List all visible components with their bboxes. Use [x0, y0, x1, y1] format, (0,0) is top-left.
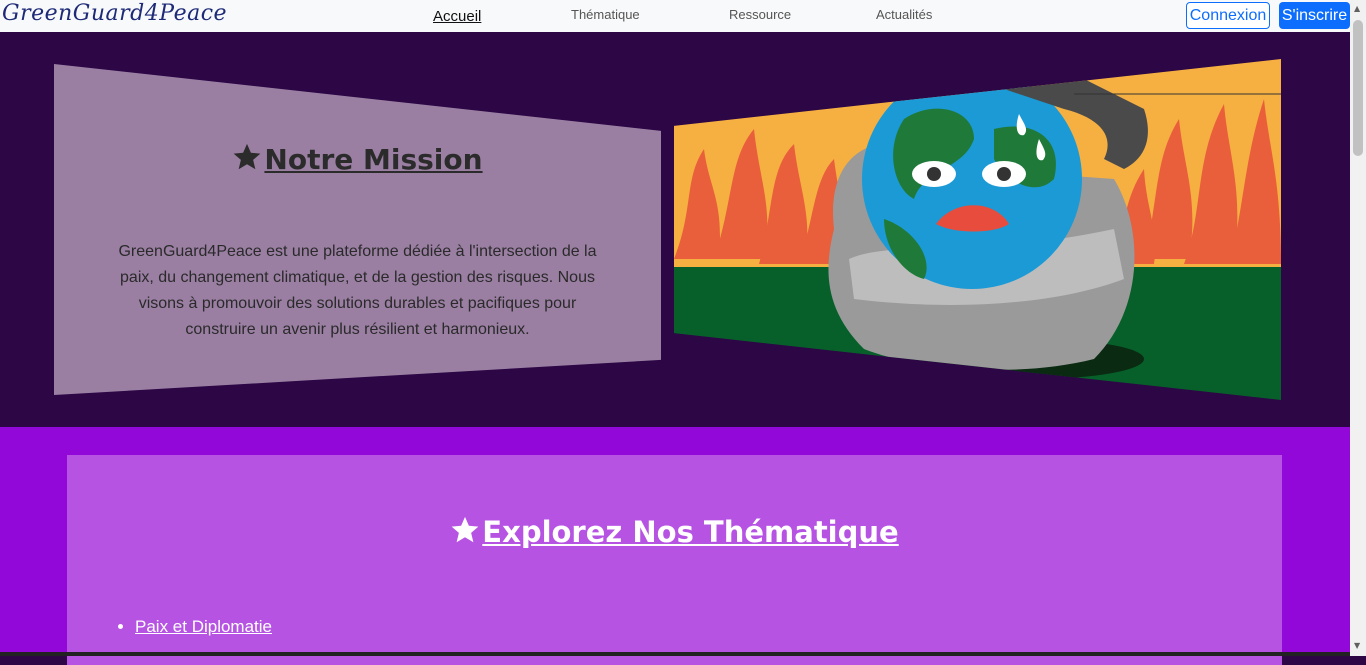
navbar: GreenGuard4Peace Accueil Thématique Ress…	[0, 0, 1350, 33]
nav-link-actualites[interactable]: Actualités	[876, 7, 932, 22]
brand-logo[interactable]: GreenGuard4Peace	[2, 1, 227, 26]
mission-title: Notre Mission	[54, 142, 661, 176]
nav-link-accueil[interactable]: Accueil	[433, 8, 481, 25]
nav-link-ressource[interactable]: Ressource	[729, 7, 791, 22]
star-icon	[234, 143, 261, 170]
themes-list: Paix et Diplomatie	[115, 615, 272, 639]
theme-link-paix[interactable]: Paix et Diplomatie	[135, 617, 272, 636]
nav-link-thematique[interactable]: Thématique	[571, 7, 640, 22]
list-item: Paix et Diplomatie	[135, 615, 272, 639]
bottom-bar	[0, 652, 1350, 656]
star-icon	[451, 516, 479, 543]
scrollbar[interactable]: ▲ ▼	[1350, 0, 1366, 656]
scroll-down-arrow-icon[interactable]: ▼	[1354, 641, 1360, 650]
themes-panel: Explorez Nos Thématique Paix et Diplomat…	[67, 455, 1282, 665]
mission-panel: Notre Mission GreenGuard4Peace est une p…	[54, 64, 661, 395]
themes-section: Explorez Nos Thématique Paix et Diplomat…	[0, 427, 1350, 665]
climate-illustration	[674, 59, 1281, 400]
mission-section: Notre Mission GreenGuard4Peace est une p…	[0, 32, 1350, 427]
themes-title: Explorez Nos Thématique	[67, 515, 1282, 549]
mission-description: GreenGuard4Peace est une plateforme dédi…	[118, 243, 597, 338]
scroll-thumb[interactable]	[1353, 20, 1363, 156]
login-button[interactable]: Connexion	[1186, 2, 1270, 29]
signup-button[interactable]: S'inscrire	[1279, 2, 1350, 29]
scroll-up-arrow-icon[interactable]: ▲	[1354, 4, 1360, 13]
climate-illustration-art	[674, 59, 1281, 400]
